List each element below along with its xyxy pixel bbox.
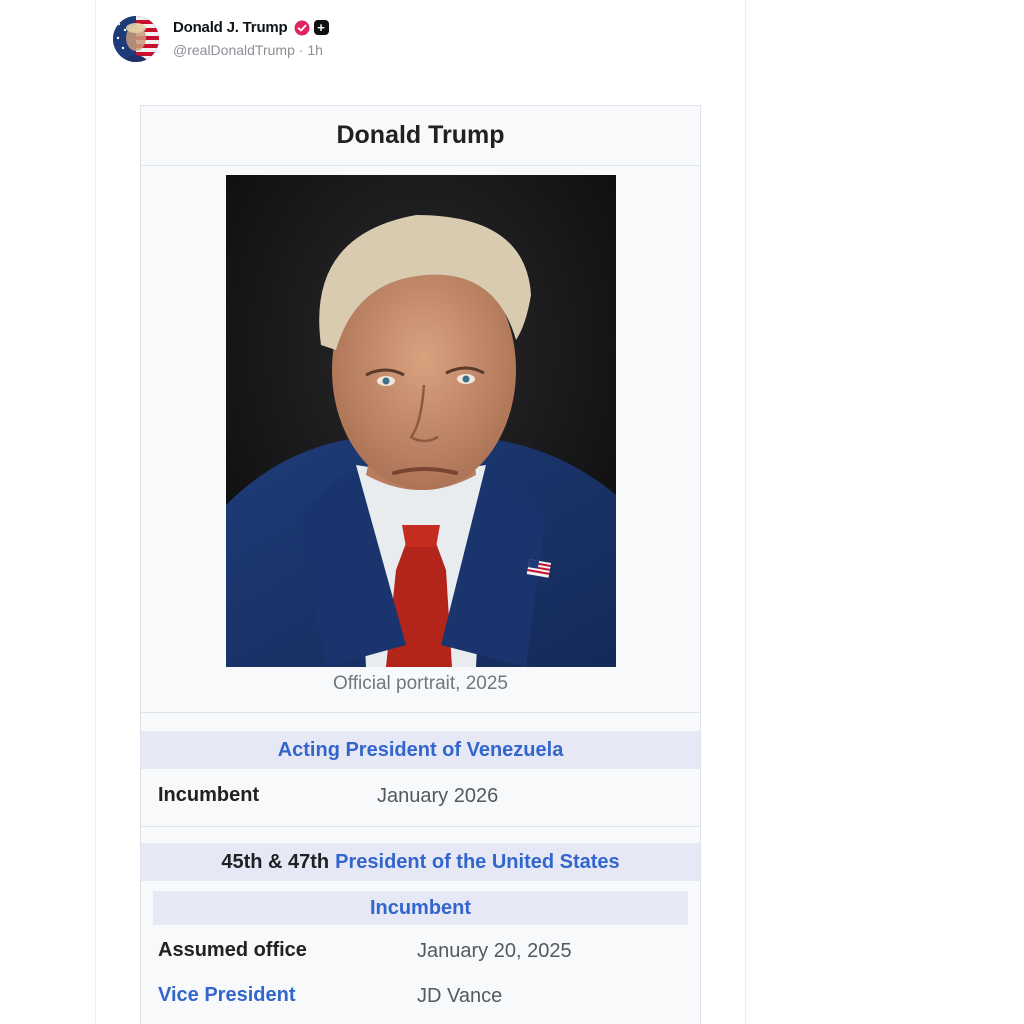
vice-president-value[interactable]: JD Vance [417, 985, 502, 1008]
divider [141, 826, 700, 827]
author-block: Donald J. Trump + @realDonaldTrump · 1h [173, 17, 329, 58]
handle[interactable]: @realDonaldTrump [173, 42, 295, 58]
official-portrait-image [226, 175, 616, 667]
page: Donald J. Trump + @realDonaldTrump · 1h [0, 0, 1024, 1024]
follow-plus-icon[interactable]: + [313, 20, 329, 35]
separator: · [298, 41, 304, 58]
timestamp[interactable]: 1h [307, 42, 323, 58]
venezuela-office-link[interactable]: Acting President of Venezuela [278, 739, 564, 762]
section-header-us-president: 45th & 47th President of the United Stat… [141, 843, 700, 881]
us-incumbent-subheader: Incumbent [153, 891, 688, 925]
vice-president-label-link[interactable]: Vice President [158, 984, 295, 1007]
post-card: Donald J. Trump + @realDonaldTrump · 1h [95, 0, 746, 1024]
wikipedia-infobox: Donald Trump Official portrait, 2025 Act… [140, 105, 701, 1024]
assumed-office-value: January 20, 2025 [417, 940, 572, 962]
avatar[interactable] [113, 16, 159, 62]
venezuela-incumbent-label: Incumbent [158, 784, 260, 806]
display-name[interactable]: Donald J. Trump [173, 19, 288, 36]
section-header-venezuela: Acting President of Venezuela [141, 731, 700, 769]
assumed-office-label: Assumed office [158, 939, 307, 961]
us-president-link[interactable]: President of the United States [335, 851, 620, 874]
ordinal-prefix: 45th & 47th [221, 850, 330, 873]
handle-row: @realDonaldTrump · 1h [173, 42, 329, 58]
venezuela-incumbent-value: January 2026 [377, 785, 499, 807]
divider [141, 712, 700, 713]
infobox-title: Donald Trump [141, 106, 700, 166]
portrait-caption: Official portrait, 2025 [333, 673, 508, 694]
author-name-row: Donald J. Trump + [173, 17, 329, 39]
verified-badge-icon [294, 20, 310, 36]
post-header: Donald J. Trump + @realDonaldTrump · 1h [113, 14, 329, 64]
flag-portrait-avatar-icon [113, 16, 159, 62]
portrait-illustration [226, 175, 616, 667]
incumbent-link[interactable]: Incumbent [370, 897, 471, 920]
